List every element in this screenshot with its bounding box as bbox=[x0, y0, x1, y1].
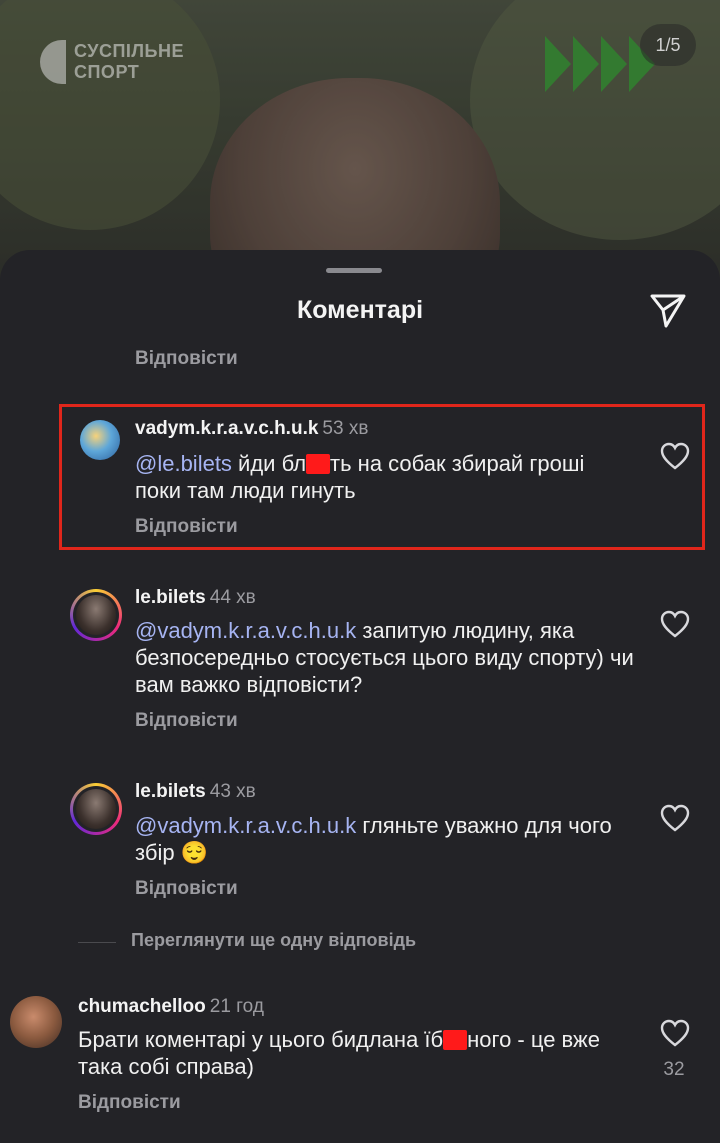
paper-plane-icon bbox=[650, 294, 686, 328]
reply-button[interactable]: Відповісти bbox=[135, 878, 238, 900]
view-more-replies-button[interactable]: Переглянути ще одну відповідь bbox=[131, 930, 416, 951]
redaction-mark bbox=[443, 1030, 468, 1050]
comment-text: @le.bilets йди бл ть на собак збирай грош… bbox=[135, 451, 585, 503]
comment-text: @vadym.k.r.a.v.c.h.u.k гляньте уважно дл… bbox=[135, 813, 612, 865]
comment-username[interactable]: chumachelloo bbox=[78, 996, 206, 1017]
comment-time: 43 хв bbox=[209, 781, 256, 802]
like-count: 32 bbox=[663, 1059, 685, 1080]
replies-divider bbox=[78, 942, 116, 943]
brand-line-1: СУСПІЛЬНЕ bbox=[74, 41, 184, 61]
reply-button[interactable]: Відповісти bbox=[135, 710, 238, 732]
redaction-mark bbox=[306, 454, 331, 474]
reply-button[interactable]: Відповісти bbox=[135, 348, 238, 370]
comment-time: 44 хв bbox=[209, 587, 256, 608]
post-media[interactable]: СУСПІЛЬНЕ СПОРТ 1/5 bbox=[0, 0, 720, 280]
heart-icon[interactable] bbox=[660, 804, 690, 832]
comment-text: @vadym.k.r.a.v.c.h.u.k запитую людину, я… bbox=[135, 618, 634, 697]
avatar[interactable] bbox=[10, 996, 62, 1048]
heart-icon[interactable] bbox=[660, 442, 690, 470]
brand-line-2: СПОРТ bbox=[74, 62, 140, 82]
avatar[interactable] bbox=[70, 783, 122, 835]
reply-button[interactable]: Відповісти bbox=[135, 516, 238, 538]
chevron-icon bbox=[573, 36, 599, 92]
avatar[interactable] bbox=[80, 420, 120, 460]
chevrons-decoration bbox=[545, 36, 655, 92]
brand-logo: СУСПІЛЬНЕ СПОРТ bbox=[40, 40, 184, 84]
heart-icon[interactable] bbox=[660, 610, 690, 638]
comment-mention[interactable]: @vadym.k.r.a.v.c.h.u.k bbox=[135, 618, 356, 643]
sheet-title: Коментарі bbox=[296, 296, 424, 324]
drag-handle[interactable] bbox=[326, 268, 382, 273]
heart-icon[interactable] bbox=[660, 1019, 690, 1047]
comment-username[interactable]: vadym.k.r.a.v.c.h.u.k bbox=[135, 418, 318, 439]
comment-username[interactable]: le.bilets bbox=[135, 781, 206, 802]
avatar[interactable] bbox=[70, 589, 122, 641]
comment-mention[interactable]: @vadym.k.r.a.v.c.h.u.k bbox=[135, 813, 356, 838]
brand-mark-icon bbox=[40, 40, 66, 84]
carousel-counter: 1/5 bbox=[640, 24, 696, 66]
comment-time: 53 хв bbox=[322, 418, 369, 439]
reply-button[interactable]: Відповісти bbox=[78, 1092, 181, 1114]
chevron-icon bbox=[545, 36, 571, 92]
comment-text: Брати коментарі у цього бидлана їб ного -… bbox=[78, 1027, 600, 1079]
comment-username[interactable]: le.bilets bbox=[135, 587, 206, 608]
comment-mention[interactable]: @le.bilets bbox=[135, 451, 232, 476]
chevron-icon bbox=[601, 36, 627, 92]
share-button[interactable] bbox=[648, 290, 688, 330]
comment-time: 21 год bbox=[209, 996, 264, 1017]
